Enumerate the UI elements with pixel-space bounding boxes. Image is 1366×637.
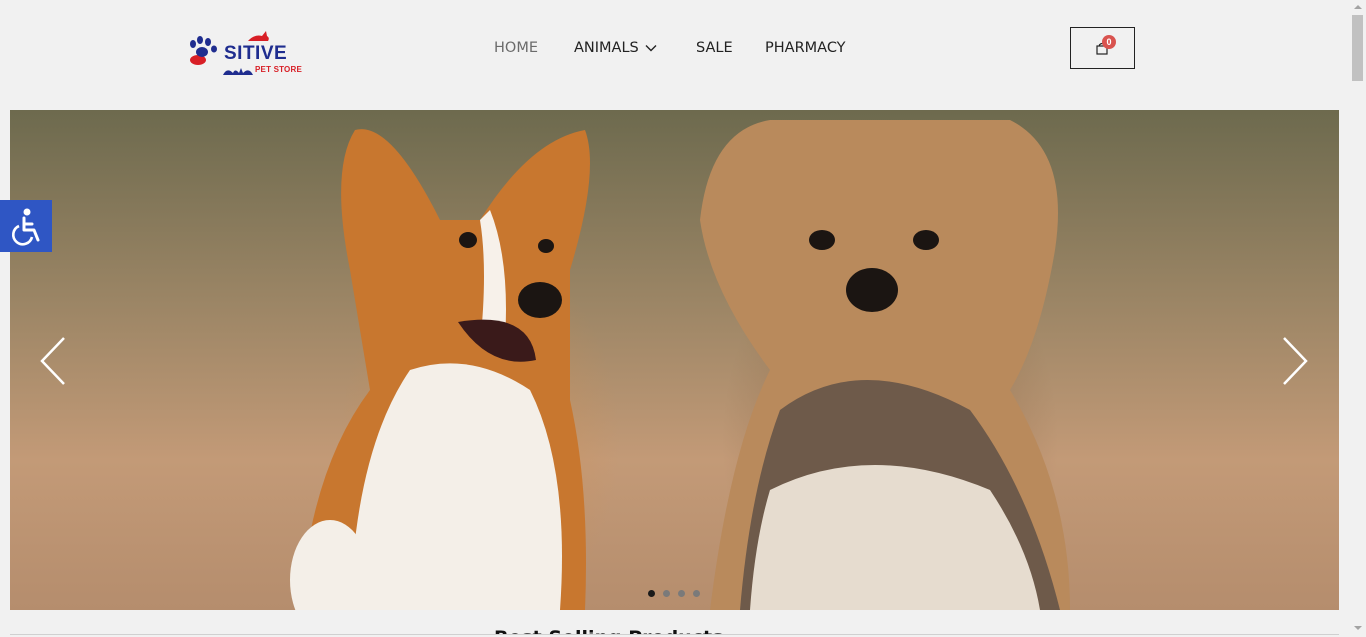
slider-dot-3[interactable] (678, 590, 685, 597)
page-scrollbar[interactable] (1350, 0, 1366, 637)
slider-dot-4[interactable] (693, 590, 700, 597)
hero-slide-image (290, 120, 1070, 610)
hero-slider (10, 110, 1339, 610)
slider-prev-button[interactable] (38, 336, 68, 386)
slider-dot-1[interactable] (648, 590, 655, 597)
nav-item-animals-label: ANIMALS (574, 40, 639, 56)
scrollbar-thumb[interactable] (1352, 15, 1363, 81)
divider (10, 634, 1339, 635)
nav-item-animals[interactable]: ANIMALS (574, 40, 657, 56)
site-logo[interactable]: SITIVE PET STORE (188, 30, 308, 78)
slider-next-button[interactable] (1280, 336, 1310, 386)
site-header: SITIVE PET STORE HOME ANIMALS SALE PHARM… (0, 0, 1350, 100)
wheelchair-accessibility-icon (12, 208, 40, 246)
logo-wordmark: SITIVE (224, 43, 288, 64)
rabbit-icon (248, 31, 269, 41)
cart-count-badge: 0 (1102, 35, 1116, 49)
nav-item-pharmacy[interactable]: PHARMACY (765, 40, 846, 56)
cat-dog-silhouette-icon (223, 68, 253, 75)
accessibility-button[interactable] (0, 200, 52, 252)
chevron-down-icon (645, 45, 657, 52)
section-title: Best Selling Products (494, 626, 723, 634)
chevron-right-icon (1283, 337, 1308, 385)
nav-item-home[interactable]: HOME (494, 40, 538, 56)
slider-dot-2[interactable] (663, 590, 670, 597)
scroll-up-arrow-icon[interactable] (1354, 4, 1362, 10)
chevron-left-icon (40, 337, 65, 385)
nav-item-sale[interactable]: SALE (696, 40, 733, 56)
cart-button[interactable]: 0 (1070, 27, 1135, 69)
scroll-down-arrow-icon[interactable] (1354, 625, 1362, 631)
logo-subtitle: PET STORE (255, 65, 302, 74)
